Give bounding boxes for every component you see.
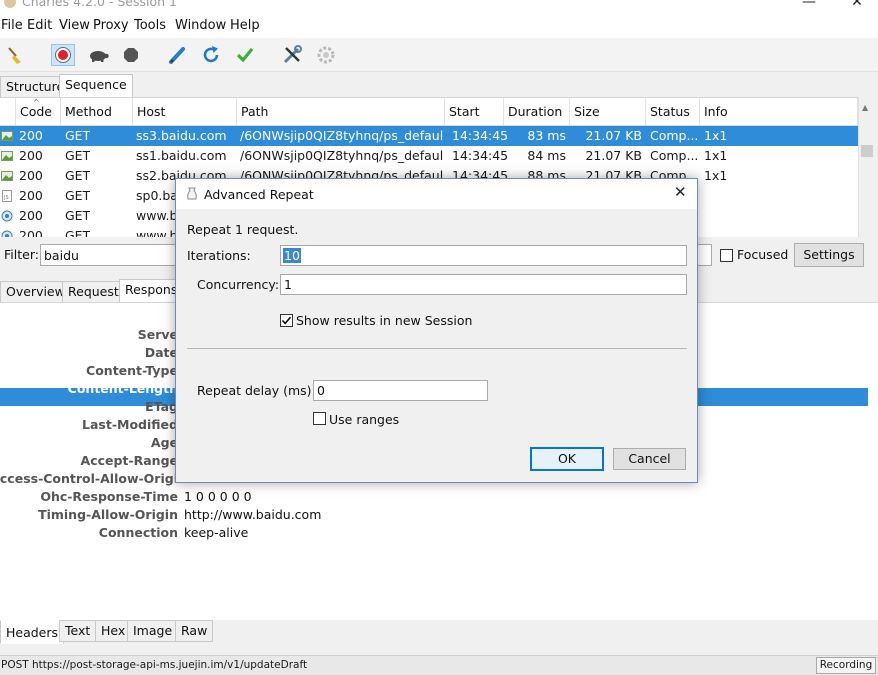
- advanced-repeat-dialog: Advanced Repeat ✕ Repeat 1 request. Iter…: [175, 178, 698, 483]
- dialog-message: Repeat 1 request.: [187, 222, 299, 237]
- image-file-icon: [1, 151, 13, 161]
- menu-bar: File Edit View Proxy Tools Window Help: [0, 16, 878, 38]
- header-key: Date: [144, 345, 178, 360]
- dialog-divider: [187, 348, 687, 349]
- minimize-button[interactable]: —: [786, 0, 832, 16]
- column-header-start[interactable]: Start: [445, 98, 504, 126]
- table-row[interactable]: 200 GET ss3.baidu.com /6ONWsjip0QIZ8tyhn…: [0, 126, 858, 146]
- check-icon[interactable]: [233, 44, 257, 66]
- table-row[interactable]: 200 GET ss1.baidu.com /6ONWsjip0QIZ8tyhn…: [0, 146, 858, 166]
- js-file-icon: JS: [2, 190, 12, 202]
- table-scrollbar[interactable]: ▲: [858, 97, 875, 237]
- iterations-label: Iterations:: [187, 248, 251, 263]
- refresh-icon[interactable]: [199, 44, 223, 66]
- tab-headers[interactable]: Headers: [0, 620, 65, 644]
- tab-text[interactable]: Text: [59, 620, 97, 642]
- show-results-checkbox[interactable]: [280, 314, 293, 327]
- tab-image[interactable]: Image: [127, 620, 179, 642]
- recording-badge[interactable]: Recording: [816, 657, 876, 674]
- settings-icon[interactable]: [314, 44, 338, 66]
- concurrency-input[interactable]: [280, 274, 687, 295]
- header-key: Content-Type: [86, 363, 178, 378]
- broom-icon[interactable]: [3, 44, 27, 66]
- iterations-input[interactable]: 10: [280, 245, 687, 266]
- focused-label: Focused: [737, 247, 789, 262]
- header-key: Ohc-Response-Time: [40, 489, 178, 504]
- turtle-icon[interactable]: [86, 44, 110, 66]
- charles-logo-icon: [4, 0, 16, 8]
- menu-view[interactable]: View: [59, 18, 90, 33]
- column-header-host[interactable]: Host: [133, 98, 237, 126]
- tab-request[interactable]: Request: [62, 281, 125, 303]
- menu-window[interactable]: Window: [175, 18, 226, 33]
- filter-label: Filter:: [4, 247, 39, 262]
- stop-icon[interactable]: [119, 44, 143, 66]
- image-file-icon: [1, 171, 13, 181]
- repeat-delay-input[interactable]: [313, 380, 488, 401]
- menu-proxy[interactable]: Proxy: [93, 18, 129, 33]
- column-header-size[interactable]: Size: [570, 98, 646, 126]
- header-key: Content-Length: [67, 381, 178, 396]
- header-key: Last-Modified: [82, 417, 178, 432]
- window-title: Charles 4.2.0 - Session 1: [22, 0, 177, 9]
- tools-icon[interactable]: [280, 44, 304, 66]
- header-key: Access-Control-Allow-Origi: [0, 471, 178, 486]
- ok-button[interactable]: OK: [530, 447, 604, 471]
- menu-file[interactable]: File: [1, 18, 23, 33]
- cancel-button[interactable]: Cancel: [613, 448, 686, 470]
- column-header-status[interactable]: Status: [646, 98, 700, 126]
- header-value: http://www.baidu.com: [184, 507, 322, 522]
- dialog-title-bar: Advanced Repeat ✕: [176, 179, 697, 209]
- image-file-icon: [1, 131, 13, 141]
- dialog-close-button[interactable]: ✕: [674, 183, 687, 201]
- concurrency-label: Concurrency:: [197, 277, 280, 292]
- menu-edit[interactable]: Edit: [27, 18, 52, 33]
- header-value: keep-alive: [184, 525, 249, 540]
- status-bar: POST https://post-storage-api-ms.juejin.…: [0, 655, 878, 675]
- column-header-path[interactable]: Path: [237, 98, 445, 126]
- toolbar: [0, 38, 878, 72]
- column-header-info[interactable]: Info: [700, 98, 858, 126]
- show-results-label: Show results in new Session: [296, 313, 473, 328]
- tab-response[interactable]: Respons: [119, 279, 179, 303]
- svg-text:JS: JS: [3, 195, 9, 201]
- title-bar: Charles 4.2.0 - Session 1 — ☐ ✕: [0, 0, 878, 16]
- tab-hex[interactable]: Hex: [95, 620, 132, 642]
- header-key: ETag: [145, 399, 178, 414]
- pen-icon[interactable]: [165, 44, 189, 66]
- repeat-delay-label: Repeat delay (ms):: [197, 383, 316, 398]
- record-icon[interactable]: [51, 44, 75, 66]
- charles-jug-icon: [187, 187, 197, 200]
- header-key: Connection: [98, 525, 178, 540]
- tab-overview[interactable]: Overview: [0, 281, 71, 303]
- header-key: Serve: [137, 327, 178, 342]
- header-key: Accept-Range: [80, 453, 178, 468]
- globe-icon: [1, 210, 13, 222]
- dialog-title: Advanced Repeat: [204, 187, 314, 202]
- settings-button[interactable]: Settings: [794, 243, 864, 267]
- header-key: Age: [150, 435, 178, 450]
- status-text: POST https://post-storage-api-ms.juejin.…: [1, 659, 308, 671]
- close-window-button[interactable]: ✕: [834, 0, 878, 16]
- column-header-duration[interactable]: Duration: [504, 98, 570, 126]
- header-key: Timing-Allow-Origin: [38, 507, 178, 522]
- column-header-method[interactable]: Method: [61, 98, 133, 126]
- column-header-code[interactable]: ^ Code: [16, 98, 61, 126]
- use-ranges-checkbox[interactable]: [313, 412, 326, 425]
- header-value: 1 0 0 0 0 0: [184, 489, 252, 504]
- table-corner: [0, 98, 16, 126]
- globe-icon: [1, 230, 13, 237]
- menu-tools[interactable]: Tools: [134, 18, 166, 33]
- use-ranges-label: Use ranges: [329, 412, 400, 427]
- tab-raw[interactable]: Raw: [175, 620, 214, 642]
- menu-help[interactable]: Help: [230, 18, 260, 33]
- focused-checkbox[interactable]: [720, 249, 733, 262]
- tab-sequence[interactable]: Sequence: [59, 74, 133, 98]
